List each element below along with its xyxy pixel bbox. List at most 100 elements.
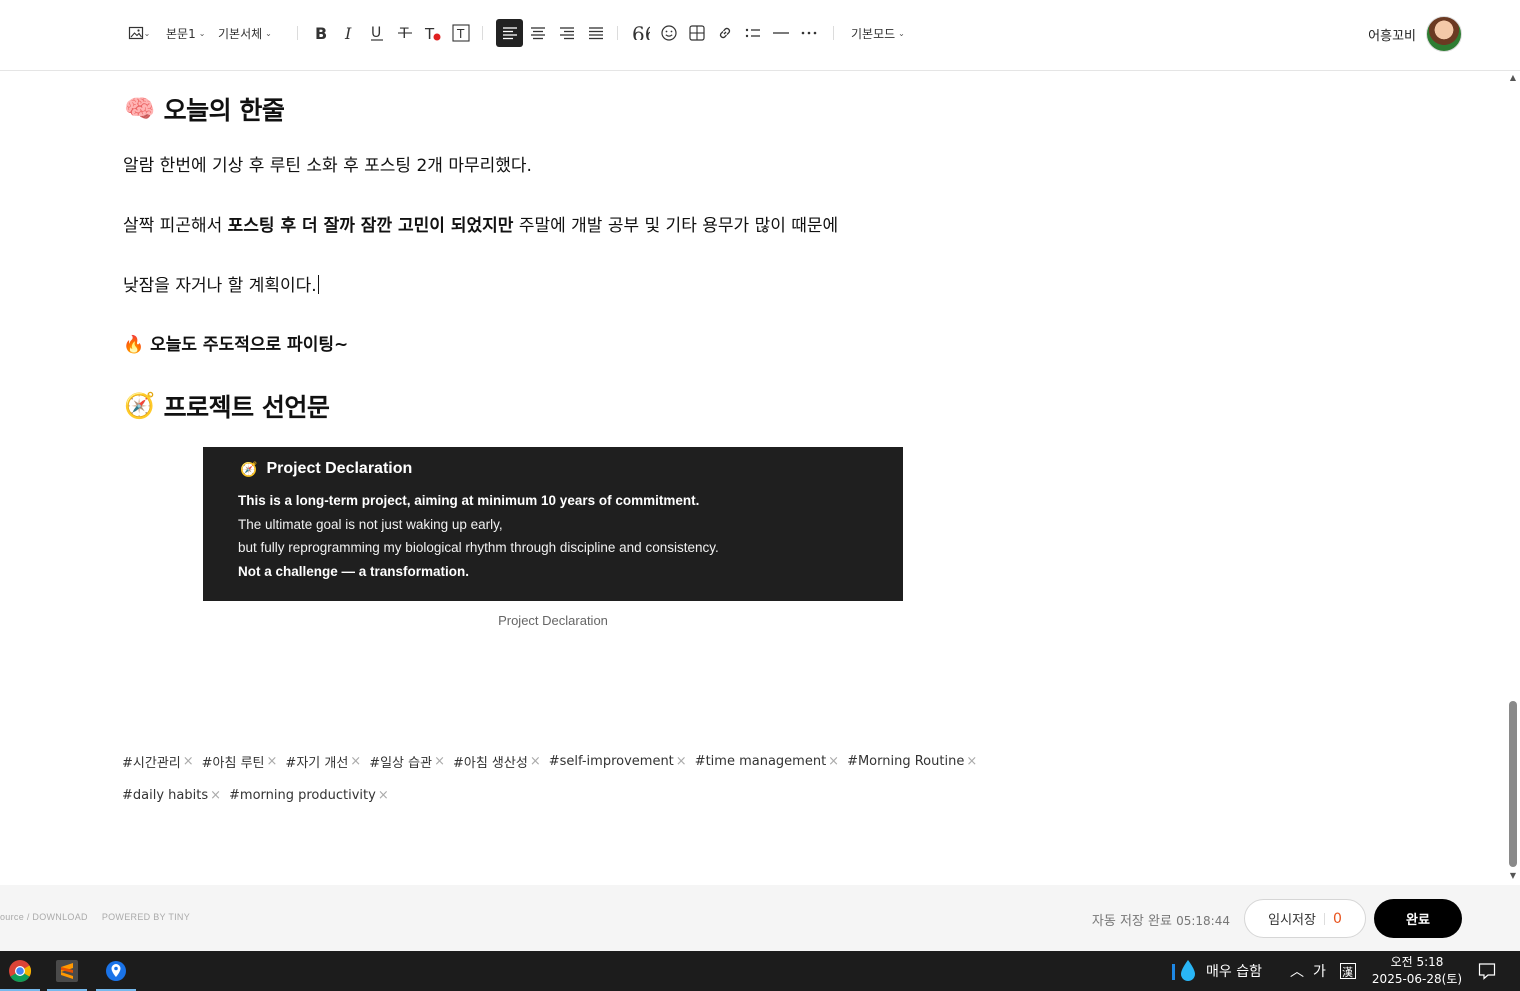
italic-button[interactable]: I [338,19,360,47]
temp-save-button[interactable]: 임시저장 0 [1244,899,1366,938]
tag[interactable]: #Morning Routine × [847,752,977,771]
tag[interactable]: #self-improvement × [549,752,687,771]
toolbar-divider [297,26,298,40]
text-cursor [317,275,319,294]
editor-content[interactable]: 🧠 오늘의 한줄 알람 한번에 기상 후 루틴 소화 후 포스팅 2개 마무리했… [0,71,1506,885]
paragraph: 살짝 피곤해서 포스팅 후 더 잘까 잠깐 고민이 되었지만 주말에 개발 공부… [123,211,838,236]
more-options-button[interactable] [795,19,823,47]
close-icon[interactable]: × [966,754,977,769]
vertical-scrollbar[interactable]: ▲ ▼ [1506,71,1520,885]
clock-time: 오전 5:18 [1390,955,1444,969]
ime-indicator[interactable]: 가 [1313,951,1326,991]
scroll-up-arrow-icon[interactable]: ▲ [1508,73,1518,82]
download-link[interactable]: ource / DOWNLOAD [0,912,88,922]
powered-by-link[interactable]: POWERED BY TINY [102,912,190,922]
image-insert-button[interactable]: ⌄ [124,19,154,47]
paragraph-text: 낮잠을 자거나 할 계획이다. [123,276,317,296]
close-icon[interactable]: × [210,788,221,803]
tag[interactable]: #일상 습관 × [369,752,445,771]
tag[interactable]: #아침 생산성 × [453,752,541,771]
sublime-taskbar-button[interactable] [47,951,87,991]
publish-button[interactable]: 완료 [1374,899,1462,938]
emoji-button[interactable] [655,19,683,47]
declaration-line: but fully reprogramming my biological rh… [238,540,719,555]
horizontal-line-icon [773,32,789,34]
chevron-down-icon: ⌄ [198,28,206,38]
weather-widget[interactable]: 매우 습함 [1170,951,1262,991]
underline-button[interactable]: U [366,19,388,47]
strikethrough-icon: T [398,26,412,41]
user-profile[interactable]: 어흥꼬비 [1368,16,1462,52]
close-icon[interactable]: × [267,754,278,769]
italic-icon: I [344,25,352,41]
close-icon[interactable]: × [434,754,445,769]
bullet-list-button[interactable] [739,19,767,47]
tag-row: #시간관리 × #아침 루틴 × #자기 개선 × #일상 습관 × #아침 생산성 × … [122,752,977,771]
bullet-list-icon [745,28,760,38]
link-button[interactable] [711,19,739,47]
maps-taskbar-button[interactable] [96,951,136,991]
quote-button[interactable]: 66 [627,19,655,47]
declaration-title: 🧭 Project Declaration [240,460,412,478]
svg-text:I: I [344,25,352,41]
ime-mode-button[interactable]: 漢 [1340,951,1356,991]
tag[interactable]: #morning productivity × [229,788,389,803]
chevron-up-icon: ︿ [1290,964,1304,980]
svg-text:T: T [456,27,465,41]
paragraph-text: 주말에 개발 공부 및 기타 용무가 많이 때문에 [513,216,839,236]
font-family-dropdown[interactable]: 기본서체 ⌄ [218,25,272,42]
table-button[interactable] [683,19,711,47]
close-icon[interactable]: × [378,788,389,803]
close-icon[interactable]: × [350,754,361,769]
scrollbar-thumb[interactable] [1509,701,1517,867]
link-icon [719,27,731,39]
close-icon[interactable]: × [828,754,839,769]
map-pin-icon [106,961,126,981]
tag-row: #daily habits × #morning productivity × [122,788,389,803]
align-left-button[interactable] [496,19,523,47]
scroll-down-arrow-icon[interactable]: ▼ [1508,871,1518,880]
close-icon[interactable]: × [530,754,541,769]
chrome-taskbar-button[interactable] [0,951,40,991]
align-center-button[interactable] [524,19,552,47]
strikethrough-button[interactable]: T [394,19,416,47]
toolbar-divider [833,26,834,40]
tag[interactable]: #daily habits × [122,788,221,803]
system-clock[interactable]: 오전 5:18 2025-06-28(토) [1370,954,1464,988]
tag[interactable]: #time management × [695,752,839,771]
declaration-title-text: Project Declaration [266,460,413,477]
declaration-line: Not a challenge — a transformation. [238,564,470,579]
paragraph-text: 살짝 피곤해서 [123,216,228,236]
temp-save-count: 0 [1332,910,1342,927]
declaration-line: The ultimate goal is not just waking up … [238,517,503,532]
image-caption[interactable]: Project Declaration [203,613,903,628]
bold-text: 포스팅 후 더 잘까 잠깐 고민이 되었지만 [227,216,514,236]
table-icon [689,25,705,41]
notification-center-button[interactable] [1478,951,1496,991]
avatar[interactable] [1426,16,1462,52]
text-color-button[interactable]: T [422,19,444,47]
close-icon[interactable]: × [183,754,194,769]
declaration-image[interactable]: 🧭 Project Declaration This is a long-ter… [203,447,903,601]
text-background-icon: T [452,24,470,42]
align-right-button[interactable] [553,19,581,47]
more-icon [801,31,817,35]
chevron-down-icon: ⌄ [143,28,151,38]
horizontal-rule-button[interactable] [767,19,795,47]
tag[interactable]: #아침 루틴 × [202,752,278,771]
text-color-icon: T [424,25,441,41]
align-justify-button[interactable] [582,19,610,47]
tag[interactable]: #자기 개선 × [285,752,361,771]
underline-icon: U [371,25,383,41]
show-hidden-icons-button[interactable]: ︿ [1290,951,1304,991]
paragraph-style-dropdown[interactable]: 본문1 ⌄ [166,25,205,42]
close-icon[interactable]: × [676,754,687,769]
sublime-text-icon [56,960,78,982]
background-color-button[interactable]: T [450,19,472,47]
bold-button[interactable]: B [310,19,332,47]
clock-date: 2025-06-28(토) [1371,972,1463,986]
brain-icon: 🧠 [124,94,155,123]
align-right-icon [560,27,574,40]
tag[interactable]: #시간관리 × [122,752,194,771]
editor-mode-dropdown[interactable]: 기본모드 ⌄ [851,25,905,42]
